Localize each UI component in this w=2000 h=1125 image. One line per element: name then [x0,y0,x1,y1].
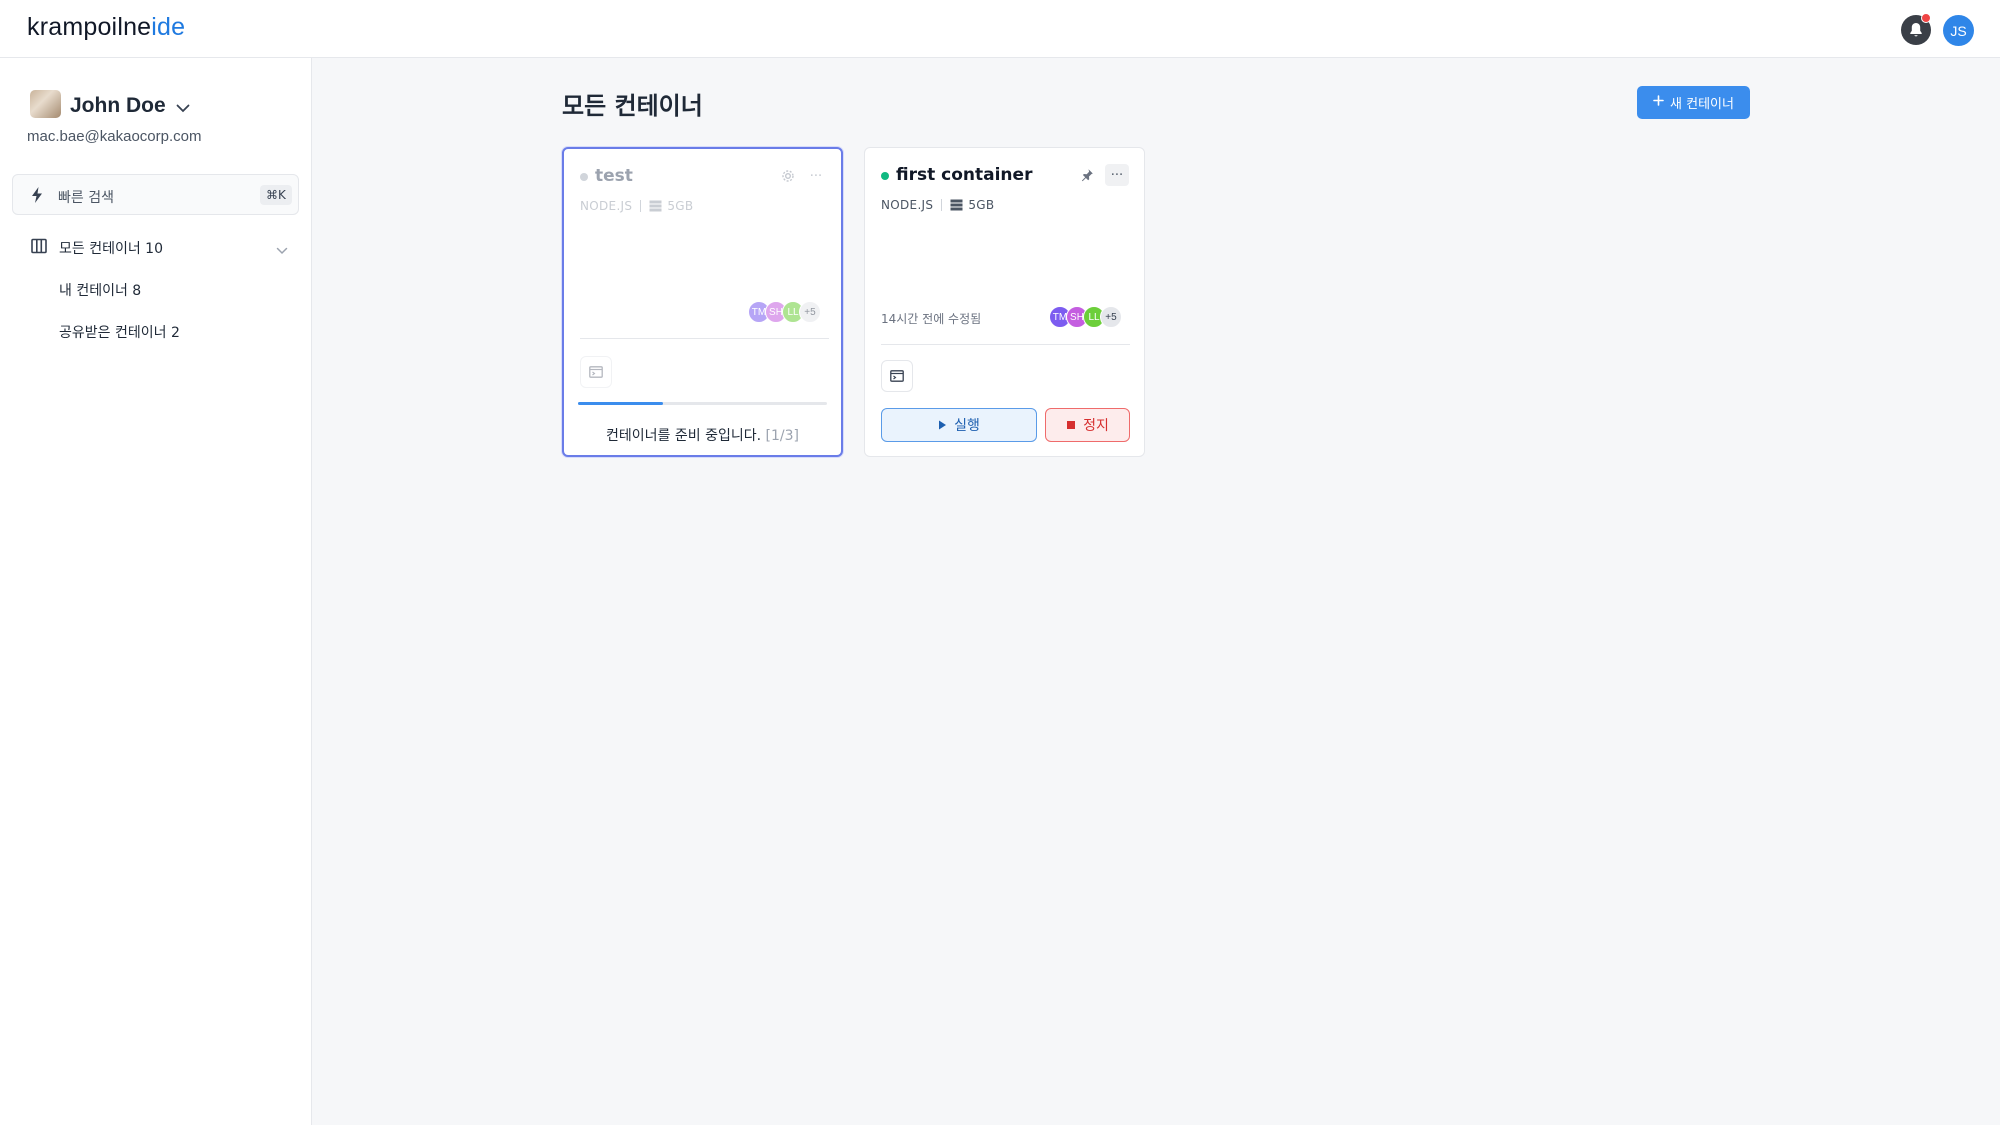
stop-icon [1067,421,1076,429]
terminal-icon [890,370,904,382]
more-icon[interactable]: ··· [804,165,828,187]
status-dot [580,173,588,181]
chevron-down-icon[interactable] [176,98,190,117]
runtime-label: NODE.JS [580,199,633,213]
lightning-icon [30,186,44,208]
card-divider [580,338,829,339]
meta-divider [640,200,642,212]
top-bar: krampoilneide JS [0,0,2000,58]
progress-fill [578,402,663,405]
user-avatar-button[interactable]: JS [1943,15,1974,46]
storage-label: 5GB [667,199,694,213]
logo-text-main: krampoilne [27,13,152,41]
gear-icon[interactable] [776,165,800,187]
profile-email: mac.bae@kakaocorp.com [27,128,202,145]
logo-text-accent: ide [151,13,186,41]
terminal-icon [589,366,603,378]
quick-search-button[interactable]: 빠른 검색 ⌘K [12,174,299,215]
profile-avatar[interactable] [30,90,61,118]
plus-icon [1653,95,1664,110]
page-title: 모든 컨테이너 [562,92,703,120]
container-meta: NODE.JS 5GB [580,199,693,213]
sidebar-item-shared-containers[interactable]: 공유받은 컨테이너 2 [59,322,180,342]
new-container-label: 새 컨테이너 [1670,97,1734,112]
storage-icon [649,200,662,212]
modified-time: 14시간 전에 수정됨 [881,312,982,326]
sidebar-item-all-containers[interactable]: 모든 컨테이너 10 [12,229,299,263]
sidebar: John Doe mac.bae@kakaocorp.com 빠른 검색 ⌘K … [0,58,312,1125]
storage-icon [950,199,963,211]
member-avatars[interactable]: TM SH LL +5 [748,301,821,323]
preparing-step: [1/3] [765,428,799,444]
profile-name[interactable]: John Doe [70,94,166,118]
storage-label: 5GB [968,198,995,212]
sidebar-item-my-containers[interactable]: 내 컨테이너 8 [59,280,141,300]
terminal-button[interactable] [881,360,913,392]
preparing-text: 컨테이너를 준비 중입니다. [606,428,762,444]
columns-icon [31,238,47,258]
play-icon [939,420,947,430]
status-dot [881,172,889,180]
member-more-badge: +5 [1100,306,1122,328]
stop-label: 정지 [1083,418,1109,434]
runtime-label: NODE.JS [881,198,934,212]
container-card-test[interactable]: test ··· NODE.JS 5GB TM SH LL +5 컨테이너를 준비 중… [562,147,843,457]
app-logo[interactable]: krampoilneide [27,13,185,42]
preparing-status: 컨테이너를 준비 중입니다. [1/3] [564,425,841,445]
run-label: 실행 [954,418,980,434]
pin-icon[interactable] [1075,164,1099,186]
storage-info: 5GB [950,198,994,212]
container-name: first container [896,165,1033,185]
chevron-down-icon[interactable] [276,240,288,259]
member-more-badge: +5 [799,301,821,323]
more-icon[interactable]: ··· [1105,164,1129,186]
container-meta: NODE.JS 5GB [881,198,994,212]
run-button[interactable]: 실행 [881,408,1037,442]
quick-search-label: 빠른 검색 [58,190,114,206]
member-avatars[interactable]: TM SH LL +5 [1049,306,1122,328]
notification-dot [1921,13,1931,23]
stop-button[interactable]: 정지 [1045,408,1130,442]
shortcut-badge: ⌘K [260,185,292,205]
new-container-button[interactable]: 새 컨테이너 [1637,86,1750,119]
container-card-first-container[interactable]: first container ··· NODE.JS 5GB 14시간 전에 … [864,147,1145,457]
container-name: test [595,166,633,186]
meta-divider [941,199,943,211]
card-divider [881,344,1130,345]
sidebar-item-label: 모든 컨테이너 10 [59,241,163,257]
preparing-progress-bar [578,402,827,405]
storage-info: 5GB [649,199,693,213]
terminal-button[interactable] [580,356,612,388]
